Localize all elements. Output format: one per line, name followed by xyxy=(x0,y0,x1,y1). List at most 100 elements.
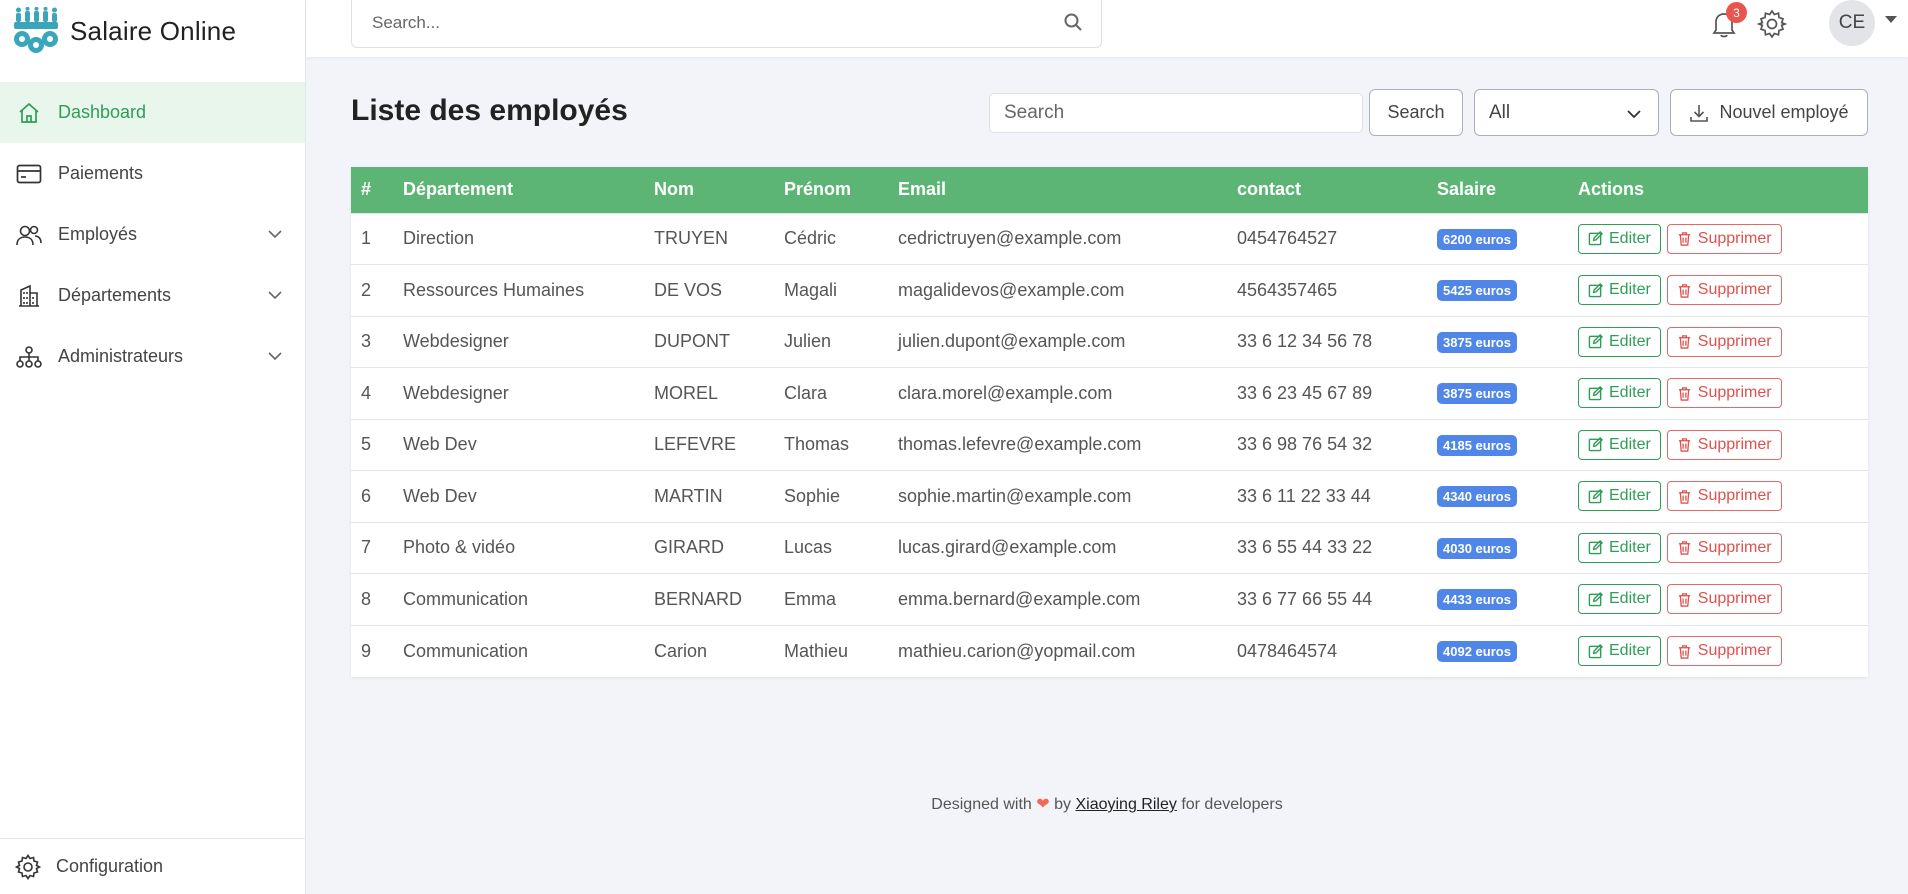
salary-badge: 4092 euros xyxy=(1437,641,1517,662)
cell-salaire: 5425 euros xyxy=(1427,265,1568,317)
edit-button[interactable]: Editer xyxy=(1578,429,1661,460)
org-chart-icon xyxy=(16,344,42,370)
sidebar-item-configuration[interactable]: Configuration xyxy=(0,838,306,894)
delete-button[interactable]: Supprimer xyxy=(1666,481,1782,512)
delete-label: Supprimer xyxy=(1697,281,1772,299)
avatar[interactable]: CE xyxy=(1829,0,1875,46)
trash-icon xyxy=(1678,386,1690,401)
sidebar-item-label: Employés xyxy=(58,224,138,244)
new-employee-button[interactable]: Nouvel employé xyxy=(1670,89,1868,136)
notification-badge: 3 xyxy=(1726,2,1747,23)
cell-contact: 33 6 11 22 33 44 xyxy=(1237,485,1371,506)
users-icon xyxy=(16,222,42,248)
cell-prenom: Clara xyxy=(784,382,828,403)
trash-icon xyxy=(1678,335,1690,349)
delete-label: Supprimer xyxy=(1697,384,1772,402)
edit-icon xyxy=(1588,437,1603,452)
cell-nom: DUPONT xyxy=(654,331,730,352)
trash-icon xyxy=(1678,592,1690,607)
column-header: contact xyxy=(1237,179,1302,200)
edit-button[interactable]: Editer xyxy=(1578,326,1661,357)
edit-button[interactable]: Editer xyxy=(1578,532,1661,563)
delete-button[interactable]: Supprimer xyxy=(1666,223,1782,254)
edit-button[interactable]: Editer xyxy=(1578,636,1661,666)
chevron-down-icon[interactable] xyxy=(267,226,283,242)
cell-salaire: 4340 euros xyxy=(1427,471,1568,523)
department-filter-select[interactable]: All xyxy=(1474,89,1659,136)
cell-salaire: 4092 euros xyxy=(1427,625,1568,677)
cell-contact: 0454764527 xyxy=(1237,228,1338,249)
chevron-down-icon xyxy=(1627,110,1641,119)
global-search xyxy=(351,0,1102,48)
sidebar-item-employes[interactable]: Employés xyxy=(0,204,305,265)
sidebar-item-dashboard[interactable]: Dashboard xyxy=(0,82,305,143)
delete-button[interactable]: Supprimer xyxy=(1666,429,1782,460)
edit-button[interactable]: Editer xyxy=(1578,481,1661,512)
table-row: 2 Ressources Humaines DE VOS Magali magalide… xyxy=(351,264,1868,317)
delete-button[interactable]: Supprimer xyxy=(1666,378,1782,409)
settings-gear-icon[interactable] xyxy=(1756,8,1788,40)
edit-label: Editer xyxy=(1609,384,1651,402)
chevron-down-icon[interactable] xyxy=(267,348,283,364)
employees-table: # Département Nom Prénom Email contact S… xyxy=(351,167,1868,677)
cell-salaire: 4433 euros xyxy=(1427,574,1568,626)
column-header: Nom xyxy=(654,179,694,200)
cell-contact: 33 6 55 44 33 22 xyxy=(1237,537,1373,558)
delete-button[interactable]: Supprimer xyxy=(1666,532,1782,563)
sidebar-item-departements[interactable]: Départements xyxy=(0,265,305,326)
edit-button[interactable]: Editer xyxy=(1578,223,1661,254)
edit-button[interactable]: Editer xyxy=(1578,378,1661,409)
home-icon xyxy=(16,100,42,126)
cell-actions: Editer Supprimer xyxy=(1568,574,1868,626)
edit-button[interactable]: Editer xyxy=(1578,584,1661,615)
column-header: Email xyxy=(898,179,947,200)
heart-icon: ❤ xyxy=(1036,796,1050,813)
brand[interactable]: Salaire Online xyxy=(0,0,305,62)
edit-label: Editer xyxy=(1609,590,1651,608)
global-search-input[interactable] xyxy=(352,0,1032,46)
cell-prenom: Magali xyxy=(784,279,838,300)
configuration-label: Configuration xyxy=(56,856,164,876)
sidebar-nav: Dashboard Paiements Employés Département… xyxy=(0,82,305,387)
cell-prenom: Emma xyxy=(784,588,837,609)
cell-email: julien.dupont@example.com xyxy=(898,331,1126,352)
cell-actions: Editer Supprimer xyxy=(1568,316,1868,368)
author-link[interactable]: Xiaoying Riley xyxy=(1075,796,1176,813)
cell-department: Photo & vidéo xyxy=(403,537,516,558)
cell-salaire: 3875 euros xyxy=(1427,368,1568,420)
cell-department: Webdesigner xyxy=(403,382,509,403)
cell-prenom: Mathieu xyxy=(784,640,849,661)
delete-label: Supprimer xyxy=(1697,538,1772,556)
cell-contact: 33 6 23 45 67 89 xyxy=(1237,382,1373,403)
delete-button[interactable]: Supprimer xyxy=(1666,636,1782,666)
table-row: 5 Web Dev LEFEVRE Thomas thomas.lefevre@exam… xyxy=(351,419,1868,471)
caret-down-icon[interactable] xyxy=(1885,16,1897,23)
edit-label: Editer xyxy=(1609,332,1651,350)
edit-label: Editer xyxy=(1609,642,1651,659)
download-icon xyxy=(1690,104,1709,122)
team-logo-icon xyxy=(14,7,58,53)
search-button[interactable]: Search xyxy=(1369,89,1463,136)
cell-nom: GIRARD xyxy=(654,537,725,558)
edit-icon xyxy=(1588,488,1603,504)
delete-button[interactable]: Supprimer xyxy=(1666,326,1782,357)
sidebar-item-administrateurs[interactable]: Administrateurs xyxy=(0,326,305,387)
search-icon[interactable] xyxy=(1063,12,1083,32)
delete-button[interactable]: Supprimer xyxy=(1666,275,1782,306)
cell-salaire: 4185 euros xyxy=(1427,419,1568,471)
cell-id: 8 xyxy=(361,588,372,609)
cell-prenom: Sophie xyxy=(784,485,841,506)
trash-icon xyxy=(1678,438,1690,452)
footer-suffix: for developers xyxy=(1181,796,1283,813)
edit-button[interactable]: Editer xyxy=(1578,275,1661,306)
brand-name: Salaire Online xyxy=(70,15,237,46)
cell-nom: DE VOS xyxy=(654,279,723,300)
cell-department: Ressources Humaines xyxy=(403,279,585,300)
employee-search-input[interactable] xyxy=(989,93,1363,133)
table-header-row: # Département Nom Prénom Email contact S… xyxy=(351,167,1868,213)
delete-button[interactable]: Supprimer xyxy=(1666,584,1782,615)
cell-prenom: Thomas xyxy=(784,434,850,455)
chevron-down-icon[interactable] xyxy=(267,287,283,303)
cell-nom: BERNARD xyxy=(654,588,743,609)
sidebar-item-paiements[interactable]: Paiements xyxy=(0,143,305,204)
